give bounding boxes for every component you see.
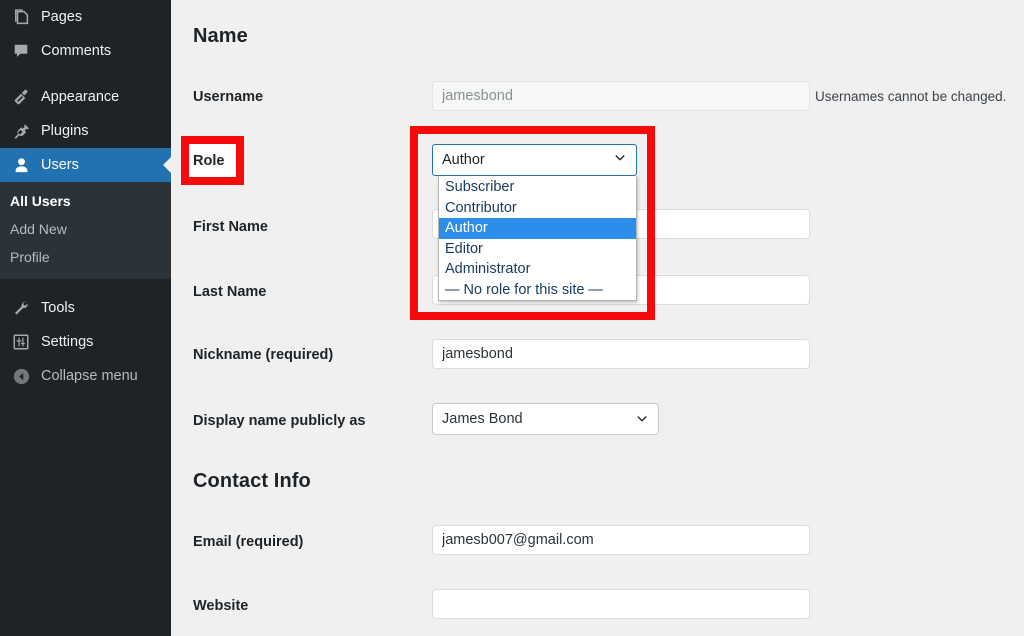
tools-icon <box>10 298 32 318</box>
sidebar-item-collapse-menu[interactable]: Collapse menu <box>0 359 171 393</box>
role-select-value: Author <box>442 152 613 168</box>
sidebar-item-label: Collapse menu <box>41 368 138 384</box>
display-name-select[interactable]: James Bond <box>432 403 659 435</box>
pages-icon <box>10 7 32 27</box>
sidebar-item-all-users[interactable]: All Users <box>0 187 171 215</box>
role-option-contributor[interactable]: Contributor <box>439 198 636 219</box>
email-input[interactable] <box>432 525 810 555</box>
sidebar-item-users[interactable]: Users <box>0 148 171 182</box>
sidebar-item-profile[interactable]: Profile <box>0 243 171 271</box>
section-heading-contact-info: Contact Info <box>193 470 311 493</box>
sidebar-item-pages[interactable]: Pages <box>0 0 171 34</box>
users-icon <box>10 155 32 175</box>
appearance-icon <box>10 87 32 107</box>
role-option-subscriber[interactable]: Subscriber <box>439 177 636 198</box>
plugins-icon <box>10 121 32 141</box>
label-website: Website <box>193 598 248 614</box>
sidebar-item-settings[interactable]: Settings <box>0 325 171 359</box>
settings-icon <box>10 332 32 352</box>
collapse-menu-icon <box>10 366 32 386</box>
sidebar-item-plugins[interactable]: Plugins <box>0 114 171 148</box>
role-option-administrator[interactable]: Administrator <box>439 259 636 280</box>
role-option-editor[interactable]: Editor <box>439 239 636 260</box>
username-input <box>432 81 810 111</box>
profile-form: Name Username Usernames cannot be change… <box>171 0 1024 636</box>
wordpress-admin-screen: Pages Comments Appearance Plugins <box>0 0 1024 636</box>
website-input[interactable] <box>432 589 810 619</box>
label-first-name: First Name <box>193 219 268 235</box>
role-option-no-role[interactable]: — No role for this site — <box>439 280 636 301</box>
display-name-value: James Bond <box>442 411 629 427</box>
role-select-container: Author Subscriber Contributor Author Edi… <box>432 144 637 176</box>
role-options-list: Subscriber Contributor Author Editor Adm… <box>438 176 637 301</box>
label-last-name: Last Name <box>193 284 266 300</box>
section-heading-name: Name <box>193 25 248 48</box>
label-role: Role <box>193 153 224 169</box>
admin-sidebar: Pages Comments Appearance Plugins <box>0 0 171 636</box>
sidebar-item-add-new[interactable]: Add New <box>0 215 171 243</box>
role-option-author[interactable]: Author <box>439 218 636 239</box>
users-submenu: All Users Add New Profile <box>0 182 171 279</box>
sidebar-item-label: Plugins <box>41 123 89 139</box>
label-display-name: Display name publicly as <box>193 413 365 429</box>
sidebar-item-label: Comments <box>41 43 111 59</box>
username-hint: Usernames cannot be changed. <box>815 89 1006 104</box>
sidebar-item-appearance[interactable]: Appearance <box>0 80 171 114</box>
label-email: Email (required) <box>193 534 303 550</box>
sidebar-item-label: Settings <box>41 334 93 350</box>
role-select[interactable]: Author <box>432 144 637 176</box>
sidebar-item-label: Appearance <box>41 89 119 105</box>
nickname-input[interactable] <box>432 339 810 369</box>
sidebar-item-comments[interactable]: Comments <box>0 34 171 68</box>
sidebar-divider-1 <box>0 68 171 80</box>
label-nickname: Nickname (required) <box>193 347 333 363</box>
chevron-down-icon <box>613 151 627 169</box>
sidebar-item-label: Users <box>41 157 79 173</box>
sidebar-divider-2 <box>0 279 171 291</box>
sidebar-item-label: Pages <box>41 9 82 25</box>
label-username: Username <box>193 89 263 105</box>
sidebar-item-tools[interactable]: Tools <box>0 291 171 325</box>
sidebar-item-label: Tools <box>41 300 75 316</box>
active-menu-pointer-icon <box>163 157 171 173</box>
comments-icon <box>10 41 32 61</box>
chevron-down-icon <box>635 412 649 426</box>
